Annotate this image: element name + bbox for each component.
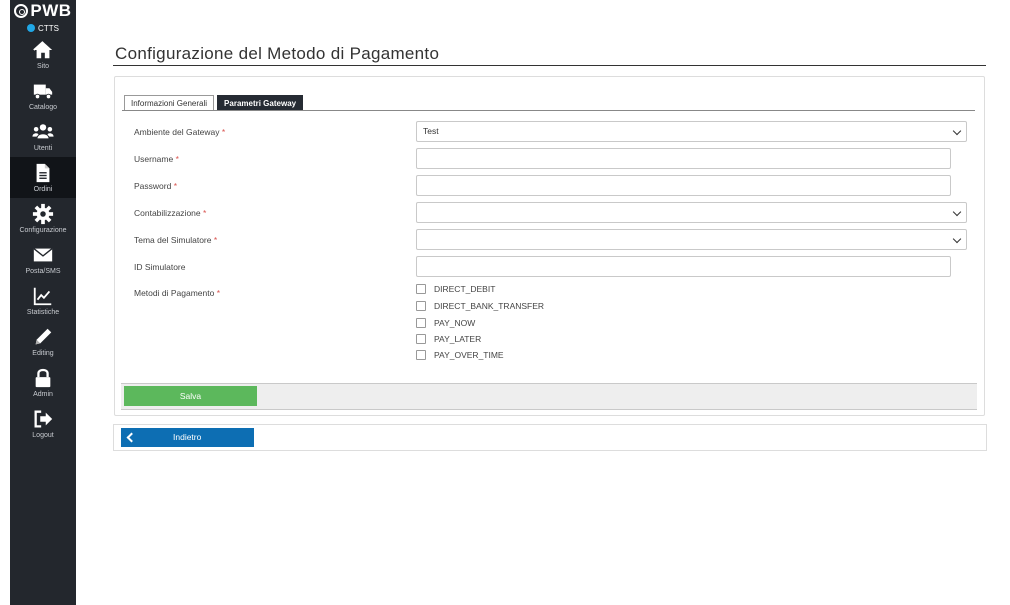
sidebar-item-label: Catalogo [28, 104, 58, 111]
site-status-dot-icon [27, 24, 36, 32]
ambiente-select-value: Test [423, 126, 439, 136]
chevron-down-icon [952, 234, 962, 244]
username-label-text: Username [134, 154, 174, 164]
metodi-label: Metodi di Pagamento * [134, 288, 220, 298]
sidebar-item-catalogo[interactable]: Catalogo [10, 75, 76, 116]
ambiente-label-text: Ambiente del Gateway [134, 127, 220, 137]
checkbox-pay-over-time[interactable]: PAY_OVER_TIME [416, 350, 504, 360]
checkbox-pay-later[interactable]: PAY_LATER [416, 334, 481, 344]
title-divider [113, 65, 986, 66]
sidebar-item-label: Logout [32, 432, 54, 439]
checkbox-label: PAY_OVER_TIME [434, 350, 504, 360]
page-title: Configurazione del Metodo di Pagamento [115, 44, 440, 63]
tab-informazioni-generali[interactable]: Informazioni Generali [124, 95, 215, 111]
checkbox-label: DIRECT_DEBIT [434, 284, 496, 294]
required-marker: * [216, 288, 221, 298]
checkbox-box[interactable] [416, 334, 426, 344]
checkbox-box[interactable] [416, 284, 426, 294]
tab-parametri-gateway[interactable]: Parametri Gateway [217, 95, 304, 111]
checkbox-direct-debit[interactable]: DIRECT_DEBIT [416, 284, 495, 294]
gear-icon [32, 203, 54, 225]
pwb-logo-icon [14, 4, 29, 18]
brand-logo[interactable]: PWB [10, 0, 76, 22]
sidebar-item-statistiche[interactable]: Statistiche [10, 280, 76, 321]
sidebar-item-admin[interactable]: Admin [10, 362, 76, 403]
checkbox-pay-now[interactable]: PAY_NOW [416, 318, 475, 328]
sidebar-item-logout[interactable]: Logout [10, 403, 76, 444]
metodi-label-text: Metodi di Pagamento [134, 288, 215, 298]
checkbox-box[interactable] [416, 350, 426, 360]
required-marker: * [203, 208, 207, 218]
id-simulatore-label: ID Simulatore [134, 262, 186, 272]
checkbox-direct-bank-transfer[interactable]: DIRECT_BANK_TRANSFER [416, 301, 544, 311]
contabilizzazione-select[interactable] [416, 202, 967, 223]
tabs-divider [122, 110, 975, 111]
back-button-label: Indietro [173, 432, 202, 442]
logout-icon [34, 410, 53, 428]
chevron-left-icon [126, 432, 137, 443]
document-icon [36, 163, 50, 183]
checkbox-box[interactable] [416, 301, 426, 311]
checkbox-label: PAY_LATER [434, 334, 482, 344]
username-label: Username * [134, 154, 179, 164]
password-input[interactable] [416, 175, 951, 196]
checkbox-box[interactable] [416, 318, 426, 328]
tema-label-text: Tema del Simulatore [134, 235, 212, 245]
save-button[interactable]: Salva [124, 386, 257, 406]
required-marker: * [221, 127, 226, 137]
back-button[interactable]: Indietro [121, 428, 254, 447]
truck-icon [33, 84, 53, 100]
sidebar-item-label: Admin [33, 391, 53, 398]
sidebar-item-label: Configurazione [19, 227, 67, 234]
contabilizzazione-label-text: Contabilizzazione [134, 208, 201, 218]
sidebar-item-utenti[interactable]: Utenti [10, 116, 76, 157]
checkbox-label: DIRECT_BANK_TRANSFER [434, 301, 545, 311]
sidebar-item-label: Editing [32, 350, 54, 357]
sidebar-item-label: Ordini [33, 186, 53, 193]
sidebar-item-configurazione[interactable]: Configurazione [10, 198, 76, 239]
required-marker: * [213, 235, 218, 245]
brand-name: PWB [30, 1, 72, 20]
site-badge: CTTS [38, 23, 59, 33]
required-marker: * [175, 154, 179, 164]
sidebar-item-label: Utenti [33, 145, 53, 152]
username-input[interactable] [416, 148, 951, 169]
ambiente-label: Ambiente del Gateway * [134, 127, 225, 137]
sidebar-item-label: Posta/SMS [25, 268, 61, 275]
tab-bar: Informazioni Generali Parametri Gateway [124, 95, 306, 111]
checkbox-label: PAY_NOW [434, 318, 476, 328]
lock-icon [35, 368, 51, 388]
password-label-text: Password [134, 181, 172, 191]
sidebar-item-ordini[interactable]: Ordini [10, 157, 76, 198]
sidebar: PWB CTTS Sito Catalogo Utenti Ordini Con… [10, 0, 76, 605]
required-marker: * [173, 181, 178, 191]
sidebar-item-posta-sms[interactable]: Posta/SMS [10, 239, 76, 280]
site-selector[interactable]: CTTS [10, 22, 76, 34]
sidebar-item-label: Sito [36, 63, 50, 70]
sidebar-item-editing[interactable]: Editing [10, 321, 76, 362]
users-icon [32, 124, 54, 139]
chart-icon [33, 287, 52, 306]
chevron-down-icon [952, 207, 962, 217]
sidebar-item-sito[interactable]: Sito [10, 34, 76, 75]
home-icon [33, 41, 53, 59]
tema-label: Tema del Simulatore * [134, 235, 217, 245]
chevron-down-icon [952, 126, 962, 136]
sidebar-item-label: Statistiche [26, 309, 60, 316]
envelope-icon [33, 248, 53, 262]
pencil-icon [35, 328, 52, 345]
tema-select[interactable] [416, 229, 967, 250]
ambiente-select[interactable]: Test [416, 121, 967, 142]
id-simulatore-input[interactable] [416, 256, 951, 277]
password-label: Password * [134, 181, 177, 191]
contabilizzazione-label: Contabilizzazione * [134, 208, 206, 218]
